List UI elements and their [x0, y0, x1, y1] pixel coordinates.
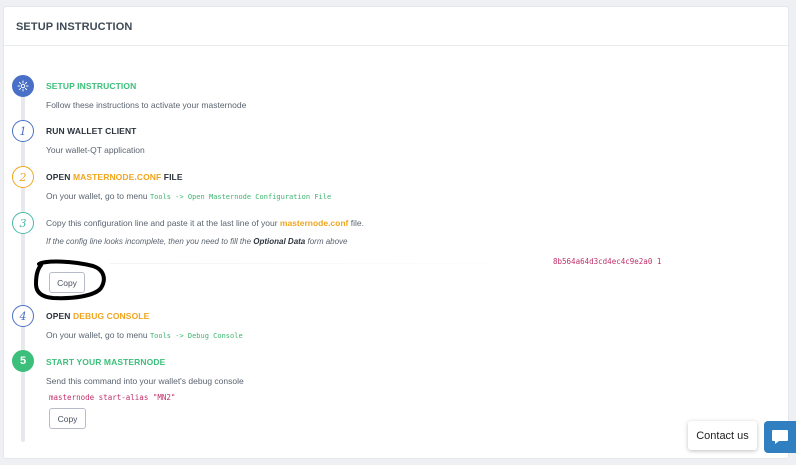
card-header: SETUP INSTRUCTION	[4, 7, 788, 46]
step-4-content: OPEN DEBUG CONSOLE On your wallet, go to…	[46, 311, 746, 340]
config-line-tail[interactable]: 8b564a64d3cd4ec4c9e2a0 1	[553, 257, 661, 266]
step-2-menu-path: Tools -> Open Masternode Configuration F…	[149, 193, 332, 201]
step-4-desc: On your wallet, go to menu Tools -> Debu…	[46, 330, 746, 340]
step-1-title: RUN WALLET CLIENT	[46, 126, 137, 136]
step-intro-content: SETUP INSTRUCTION Follow these instructi…	[46, 81, 746, 110]
gear-icon	[12, 75, 34, 97]
step-3-note-post: form above	[305, 237, 348, 246]
step-2-badge: 2	[12, 166, 34, 188]
step-2-title-post: FILE	[161, 172, 183, 182]
config-line-faint	[110, 263, 550, 264]
chat-launcher-button[interactable]	[764, 421, 796, 453]
step-2-content: OPEN MASTERNODE.CONF FILE On your wallet…	[46, 172, 746, 201]
chat-bubble-icon	[772, 430, 788, 444]
step-5-badge: 5	[12, 350, 34, 372]
step-4-title-accent: DEBUG CONSOLE	[72, 311, 150, 321]
step-2-desc: On your wallet, go to menu Tools -> Open…	[46, 191, 746, 201]
step-4-badge: 4	[12, 305, 34, 327]
copy-command-button[interactable]: Copy	[49, 408, 86, 429]
step-3-desc: Copy this configuration line and paste i…	[46, 218, 746, 228]
step-3-desc-post: file.	[348, 218, 364, 228]
step-3-note-bold: Optional Data	[253, 237, 306, 246]
page-title: SETUP INSTRUCTION	[16, 21, 133, 33]
step-2-title-accent: MASTERNODE.CONF	[72, 172, 162, 182]
step-4-desc-text: On your wallet, go to menu	[46, 330, 150, 340]
step-5-title: START YOUR MASTERNODE	[46, 357, 166, 367]
hand-drawn-circle-mark	[34, 259, 106, 301]
step-5-content: START YOUR MASTERNODE Send this command …	[46, 357, 746, 386]
start-alias-command[interactable]: masternode start-alias "MN2"	[49, 393, 175, 402]
step-5-desc: Send this command into your wallet's deb…	[46, 376, 244, 386]
contact-us-button[interactable]: Contact us	[688, 421, 757, 450]
step-1-desc: Your wallet-QT application	[46, 145, 145, 155]
step-3-note: If the config line looks incomplete, the…	[46, 237, 746, 246]
step-4-title-pre: OPEN	[46, 311, 73, 321]
step-1-badge: 1	[12, 120, 34, 142]
step-4-title: OPEN DEBUG CONSOLE	[46, 311, 746, 321]
step-intro-title: SETUP INSTRUCTION	[46, 81, 137, 91]
step-2-title: OPEN MASTERNODE.CONF FILE	[46, 172, 746, 182]
step-3-note-pre: If the config line looks incomplete, the…	[46, 237, 254, 246]
step-3-desc-accent: masternode.conf	[279, 218, 349, 228]
step-4-menu-path: Tools -> Debug Console	[149, 332, 243, 340]
step-2-desc-text: On your wallet, go to menu	[46, 191, 150, 201]
step-intro-desc: Follow these instructions to activate yo…	[46, 100, 247, 110]
step-3-badge: 3	[12, 212, 34, 234]
step-3-content: Copy this configuration line and paste i…	[46, 218, 746, 246]
step-1-content: RUN WALLET CLIENT Your wallet-QT applica…	[46, 126, 746, 155]
step-3-desc-pre: Copy this configuration line and paste i…	[46, 218, 280, 228]
step-2-title-pre: OPEN	[46, 172, 73, 182]
